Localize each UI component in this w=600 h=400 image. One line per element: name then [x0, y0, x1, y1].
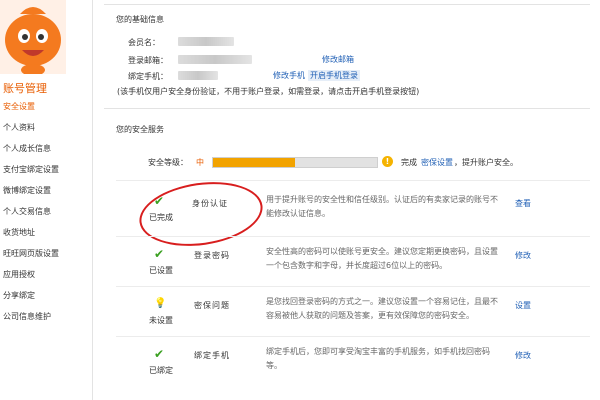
annotation-circle	[135, 174, 267, 254]
row-description: 用于提升账号的安全性和信任级别。认证后的有卖家记录的账号不 能修改认证信息。	[266, 195, 498, 218]
sidebar-title: 账号管理	[3, 82, 47, 95]
member-value-redacted	[178, 37, 234, 46]
level-hint-prefix: 完成	[401, 158, 417, 167]
row-status: 未设置	[149, 316, 173, 325]
sidebar-item-wangwang[interactable]: 旺旺网页版设置	[3, 248, 59, 259]
sidebar-item-weibo[interactable]: 微博绑定设置	[3, 185, 51, 196]
security-level-label: 安全等级：	[148, 158, 188, 167]
security-level-fill	[213, 158, 295, 167]
sidebar-item-alipay[interactable]: 支付宝绑定设置	[3, 164, 59, 175]
basic-info-top-border	[104, 4, 590, 5]
row-description: 是您找回登录密码的方式之一。建议您设置一个容易记住，且最不 容易被他人获取的问题…	[266, 297, 498, 320]
check-icon: ✔	[154, 347, 165, 361]
sidebar-item-growth[interactable]: 个人成长信息	[3, 143, 51, 154]
phone-label: 绑定手机：	[128, 72, 168, 81]
row-status: 已绑定	[149, 366, 173, 375]
row-name: 登录密码	[194, 251, 230, 260]
row-name: 绑定手机	[194, 351, 230, 360]
level-hint-suffix: ，提升账户安全。	[454, 158, 518, 167]
security-title: 您的安全服务	[116, 125, 164, 134]
member-label: 会员名：	[128, 38, 160, 47]
security-level-value: 中	[196, 158, 204, 167]
phone-note: (该手机仅用户安全身份验证，不用于账户登录，如需登录，请点击开启手机登录按钮)	[117, 87, 420, 96]
modify-phone-link[interactable]: 修改手机	[273, 70, 305, 81]
view-identity-link[interactable]: 查看	[515, 198, 531, 209]
security-level-bar	[212, 157, 378, 168]
email-value-redacted	[178, 55, 252, 64]
sidebar: 账号管理 安全设置 个人资料 个人成长信息 支付宝绑定设置 微博绑定设置 个人交…	[0, 0, 92, 400]
level-hint-link[interactable]: 密保设置	[421, 157, 453, 168]
sidebar-item-share[interactable]: 分享绑定	[3, 290, 35, 301]
mascot-avatar	[0, 0, 66, 74]
basic-info-title: 您的基础信息	[116, 15, 164, 24]
modify-phone-binding-link[interactable]: 修改	[515, 350, 531, 361]
set-question-link[interactable]: 设置	[515, 300, 531, 311]
sidebar-item-trade[interactable]: 个人交易信息	[3, 206, 51, 217]
modify-password-link[interactable]: 修改	[515, 250, 531, 261]
row-divider	[116, 180, 590, 181]
row-divider	[116, 286, 590, 287]
sidebar-item-security[interactable]: 安全设置	[3, 101, 35, 112]
sidebar-item-address[interactable]: 收货地址	[3, 227, 35, 238]
sidebar-item-auth[interactable]: 应用授权	[3, 269, 35, 280]
enable-phone-login-link[interactable]: 开启手机登录	[308, 70, 360, 81]
sidebar-divider	[92, 0, 93, 400]
security-top-border	[104, 108, 590, 109]
sidebar-item-profile[interactable]: 个人资料	[3, 122, 35, 133]
email-label: 登录邮箱：	[128, 56, 168, 65]
check-icon: ✔	[154, 247, 165, 261]
phone-value-redacted	[178, 71, 218, 80]
row-name: 密保问题	[194, 301, 230, 310]
row-description: 安全性高的密码可以使账号更安全。建议您定期更换密码，且设置 一个包含数字和字母，…	[266, 247, 498, 270]
row-divider	[116, 336, 590, 337]
row-status: 已设置	[149, 266, 173, 275]
warning-icon: !	[382, 156, 393, 167]
sidebar-item-company[interactable]: 公司信息维护	[3, 311, 51, 322]
modify-email-link[interactable]: 修改邮箱	[322, 54, 354, 65]
row-description: 绑定手机后，您即可享受淘宝丰富的手机服务，如手机找回密码 等。	[266, 347, 490, 370]
bulb-icon: 💡	[154, 298, 167, 309]
row-divider	[116, 236, 590, 237]
